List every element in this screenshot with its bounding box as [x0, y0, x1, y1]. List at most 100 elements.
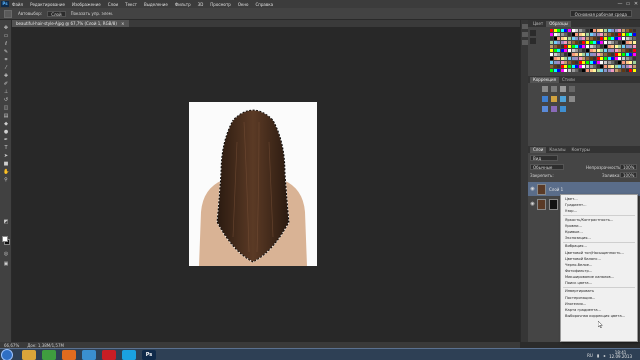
swatch[interactable]: [593, 57, 597, 60]
swatch[interactable]: [600, 57, 604, 60]
swatch[interactable]: [607, 45, 611, 48]
swatch[interactable]: [607, 57, 611, 60]
swatch[interactable]: [557, 45, 561, 48]
swatch[interactable]: [571, 37, 575, 40]
auto-select-checkbox-label[interactable]: Автовыбор:: [18, 11, 42, 16]
eye-icon[interactable]: ◉: [528, 201, 537, 207]
auto-select-mode-select[interactable]: Слой: [47, 10, 66, 17]
swatch[interactable]: [564, 53, 568, 56]
swatch[interactable]: [611, 29, 615, 32]
swatch[interactable]: [600, 49, 604, 52]
swatch[interactable]: [586, 53, 589, 56]
swatch[interactable]: [600, 65, 604, 68]
swatch[interactable]: [614, 61, 618, 64]
swatch[interactable]: [600, 41, 604, 44]
canvas-area[interactable]: [12, 27, 520, 342]
tab-styles[interactable]: Стили: [559, 77, 578, 83]
swatch[interactable]: [632, 53, 636, 56]
swatch[interactable]: [614, 57, 618, 60]
swatch[interactable]: [564, 29, 568, 32]
swatch[interactable]: [629, 65, 633, 68]
swatch[interactable]: [571, 53, 575, 56]
swatches-grid[interactable]: [550, 29, 638, 75]
swatch[interactable]: [582, 69, 586, 72]
swatch[interactable]: [568, 37, 571, 40]
swatch[interactable]: [632, 37, 636, 40]
swatch[interactable]: [604, 69, 607, 72]
swatch[interactable]: [593, 65, 597, 68]
swatch[interactable]: [553, 61, 557, 64]
swatch[interactable]: [629, 37, 633, 40]
swatch[interactable]: [564, 65, 568, 68]
swatch[interactable]: [564, 33, 568, 36]
tab-paths[interactable]: Контуры: [568, 147, 592, 153]
swatch[interactable]: [550, 61, 553, 64]
foreground-color-swatch[interactable]: [2, 236, 8, 242]
media-icon[interactable]: [82, 350, 96, 360]
swatch[interactable]: [553, 45, 557, 48]
swatch[interactable]: [611, 45, 615, 48]
show-transform-controls-label[interactable]: Показать упр. элем.: [71, 11, 113, 16]
quick-select-tool-icon[interactable]: ✎: [3, 50, 9, 55]
swatch[interactable]: [625, 29, 629, 32]
blur-tool-icon[interactable]: ◆: [3, 122, 9, 127]
swatch[interactable]: [604, 57, 607, 60]
tab-channels[interactable]: Каналы: [546, 147, 568, 153]
swatch[interactable]: [568, 41, 571, 44]
eyedropper-tool-icon[interactable]: ⁄: [3, 66, 9, 71]
swatch[interactable]: [550, 45, 553, 48]
swatch[interactable]: [568, 53, 571, 56]
menu-window[interactable]: Окно: [238, 2, 249, 7]
swatch[interactable]: [596, 61, 600, 64]
swatch[interactable]: [604, 41, 607, 44]
swatch[interactable]: [571, 45, 575, 48]
swatch[interactable]: [571, 57, 575, 60]
swatch[interactable]: [596, 33, 600, 36]
swatch[interactable]: [618, 49, 622, 52]
swatch[interactable]: [571, 65, 575, 68]
swatch[interactable]: [618, 33, 622, 36]
swatch[interactable]: [614, 33, 618, 36]
swatch[interactable]: [560, 45, 564, 48]
swatch[interactable]: [550, 69, 553, 72]
swatch[interactable]: [586, 45, 589, 48]
swatch[interactable]: [557, 65, 561, 68]
swatch[interactable]: [553, 41, 557, 44]
swatch[interactable]: [550, 57, 553, 60]
swatch[interactable]: [564, 37, 568, 40]
firefox-icon[interactable]: [62, 350, 76, 360]
workspace-select[interactable]: Основная рабочая среда: [569, 10, 632, 17]
swatch[interactable]: [560, 65, 564, 68]
swatch[interactable]: [575, 33, 579, 36]
swatch[interactable]: [614, 69, 618, 72]
swatch[interactable]: [589, 69, 593, 72]
swatch[interactable]: [596, 49, 600, 52]
swatch[interactable]: [560, 29, 564, 32]
swatch[interactable]: [625, 37, 629, 40]
swatch[interactable]: [593, 41, 597, 44]
lasso-tool-icon[interactable]: ℓ: [3, 42, 9, 47]
swatch[interactable]: [604, 37, 607, 40]
start-button[interactable]: [1, 349, 13, 360]
tab-layers[interactable]: Слои: [530, 147, 547, 153]
close-tab-icon[interactable]: ×: [121, 21, 124, 26]
swatch[interactable]: [557, 29, 561, 32]
swatch[interactable]: [557, 61, 561, 64]
swatch[interactable]: [582, 49, 586, 52]
swatch[interactable]: [604, 61, 607, 64]
swatch[interactable]: [564, 61, 568, 64]
swatch[interactable]: [593, 61, 597, 64]
swatch[interactable]: [629, 49, 633, 52]
tab-adjustments[interactable]: Коррекция: [530, 77, 559, 83]
swatch[interactable]: [553, 57, 557, 60]
swatch[interactable]: [553, 69, 557, 72]
clone-stamp-tool-icon[interactable]: ⊥: [3, 90, 9, 95]
swatch[interactable]: [625, 41, 629, 44]
swatch[interactable]: [607, 53, 611, 56]
swatch[interactable]: [596, 53, 600, 56]
path-select-tool-icon[interactable]: ➤: [3, 154, 9, 159]
swatch[interactable]: [618, 61, 622, 64]
swatch[interactable]: [632, 41, 636, 44]
swatch[interactable]: [625, 57, 629, 60]
layer-name[interactable]: Слой 1: [549, 187, 563, 192]
